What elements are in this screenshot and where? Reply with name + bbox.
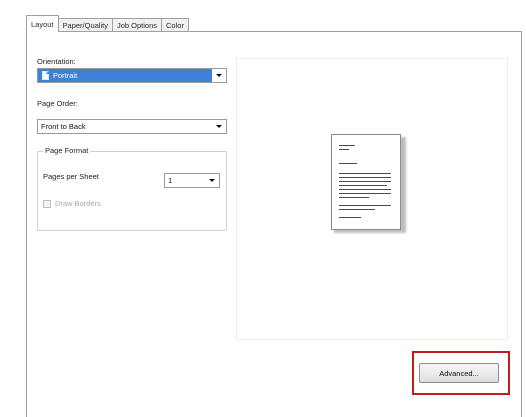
chevron-down-icon [205,174,219,187]
tab-color[interactable]: Color [161,18,189,32]
portrait-page-icon [42,71,49,80]
page-order-value: Front to Back [41,122,86,131]
chevron-down-icon [212,69,226,82]
orientation-select[interactable]: Portrait [37,68,227,83]
document-preview-icon [331,134,401,230]
page-format-legend: Page Format [43,146,91,155]
page-format-group [37,151,227,231]
pages-per-sheet-label: Pages per Sheet [43,172,99,181]
chevron-down-icon [212,120,226,133]
page-order-label: Page Order: [37,99,78,108]
draw-borders-checkbox[interactable] [43,200,51,208]
tab-paper-quality[interactable]: Paper/Quality [57,18,113,32]
orientation-value: Portrait [53,71,78,80]
page-order-select[interactable]: Front to Back [37,119,227,134]
orientation-label: Orientation: [37,57,76,66]
pages-per-sheet-select[interactable]: 1 [164,173,220,188]
tab-layout[interactable]: Layout [26,15,59,32]
advanced-button[interactable]: Advanced... [419,363,499,383]
tab-job-options[interactable]: Job Options [111,18,163,32]
orientation-selected-value: Portrait [38,69,212,82]
pages-per-sheet-value: 1 [168,176,173,185]
printing-preferences-dialog: Layout Paper/Quality Job Options Color O… [0,0,526,417]
draw-borders-label: Draw Borders [55,199,101,208]
tab-strip: Layout Paper/Quality Job Options Color [26,14,189,32]
